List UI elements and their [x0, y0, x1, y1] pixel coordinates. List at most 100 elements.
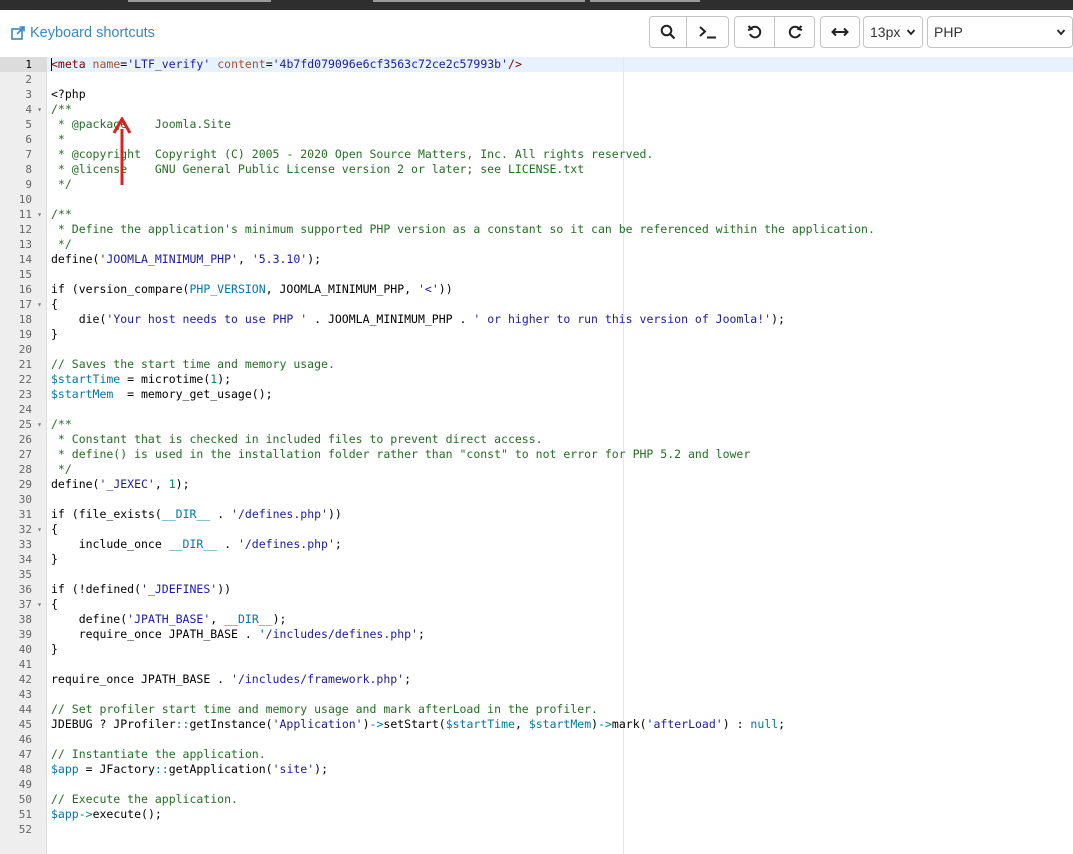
code-token: define( — [51, 612, 128, 626]
code-token: * @copyright Copyright (C) 2005 - 2020 O… — [51, 147, 654, 161]
code-token: 'site' — [272, 762, 315, 776]
code-token: '/includes/framework.php' — [231, 672, 405, 686]
code-line[interactable]: * @package Joomla.Site — [51, 117, 231, 132]
code-line[interactable]: */ — [51, 177, 72, 192]
code-token: * define() is used in the installation f… — [51, 447, 751, 461]
code-token: ' or higher to run this version of Jooml… — [473, 312, 772, 326]
code-token: define( — [51, 252, 100, 266]
code-line[interactable]: /** — [51, 417, 72, 432]
code-line[interactable]: // Execute the application. — [51, 792, 238, 807]
code-line[interactable]: require_once JPATH_BASE . '/includes/fra… — [51, 672, 411, 687]
code-line[interactable]: <meta name='LTF_verify' content='4b7fd07… — [51, 57, 522, 72]
line-number: 48 — [0, 762, 46, 777]
code-token: '_JEXEC' — [99, 477, 155, 491]
code-token: mark( — [611, 717, 647, 731]
code-line[interactable]: $startTime = microtime(1); — [51, 372, 231, 387]
code-line[interactable]: * Define the application's minimum suppo… — [51, 222, 875, 237]
goto-line-button[interactable] — [687, 16, 729, 48]
code-token: (!defined( — [64, 582, 142, 596]
code-token: , — [154, 477, 169, 491]
code-line[interactable]: */ — [51, 462, 72, 477]
code-line[interactable]: define('JPATH_BASE', __DIR__); — [51, 612, 287, 627]
code-token: '5.3.10' — [251, 252, 308, 266]
code-line[interactable]: $startMem = memory_get_usage(); — [51, 387, 273, 402]
code-line[interactable]: * — [51, 132, 65, 147]
line-number-text: 26 — [18, 433, 32, 446]
code-editor[interactable]: 1 2 3 4 ▾ 5 6 7 8 9 10 11 ▾ 12 13 14 15 16 17 ▾ 18 19 20 21 22 23… — [0, 57, 1073, 854]
language-select[interactable]: PHP — [927, 16, 1073, 48]
code-line[interactable]: JDEBUG ? JProfiler::getInstance('Applica… — [51, 717, 785, 732]
terminal-icon — [698, 26, 716, 39]
code-token: ; — [404, 672, 412, 686]
code-line[interactable]: { — [51, 297, 58, 312]
font-size-select[interactable]: 13px — [863, 16, 923, 48]
code-token: . — [210, 507, 232, 521]
code-token: /** — [51, 102, 72, 116]
code-line[interactable]: if (!defined('_JDEFINES')) — [51, 582, 231, 597]
code-line[interactable]: { — [51, 522, 58, 537]
code-line[interactable]: $app->execute(); — [51, 807, 162, 822]
line-number: 5 — [0, 117, 46, 132]
line-number: 42 — [0, 672, 46, 687]
line-number: 15 — [0, 267, 46, 282]
line-number: 52 — [0, 822, 46, 837]
code-token: ; — [417, 627, 425, 641]
wrap-toggle-button[interactable] — [820, 16, 860, 48]
code-line[interactable]: /** — [51, 102, 72, 117]
fold-toggle-icon[interactable]: ▾ — [37, 102, 42, 117]
code-token: ) : — [722, 717, 751, 731]
redo-button[interactable] — [775, 16, 815, 48]
line-number-text: 29 — [18, 478, 32, 491]
code-token: } — [51, 552, 58, 566]
code-line[interactable]: include_once __DIR__ . '/defines.php'; — [51, 537, 342, 552]
code-line[interactable]: // Set profiler start time and memory us… — [51, 702, 598, 717]
code-line[interactable]: /** — [51, 207, 72, 222]
redo-icon — [788, 25, 802, 39]
code-token: '<' — [417, 282, 439, 296]
code-line[interactable]: define('_JEXEC', 1); — [51, 477, 190, 492]
line-number-text: 48 — [18, 763, 32, 776]
code-line[interactable]: define('JOOMLA_MINIMUM_PHP', '5.3.10'); — [51, 252, 321, 267]
code-line[interactable]: <?php — [51, 87, 86, 102]
code-line[interactable]: die('Your host needs to use PHP ' . JOOM… — [51, 312, 785, 327]
code-line[interactable]: if (file_exists(__DIR__ . '/defines.php'… — [51, 507, 342, 522]
code-token: ); — [771, 312, 785, 326]
code-token: '/defines.php' — [237, 537, 335, 551]
line-number: 39 — [0, 627, 46, 642]
fold-toggle-icon[interactable]: ▾ — [37, 417, 42, 432]
code-line[interactable]: } — [51, 642, 58, 657]
line-number: 27 — [0, 447, 46, 462]
line-number-text: 37 — [18, 598, 32, 611]
line-number: 20 — [0, 342, 46, 357]
line-number-text: 3 — [25, 88, 32, 101]
code-line[interactable]: * @copyright Copyright (C) 2005 - 2020 O… — [51, 147, 653, 162]
code-line[interactable]: if (version_compare(PHP_VERSION, JOOMLA_… — [51, 282, 453, 297]
code-line[interactable]: } — [51, 552, 58, 567]
code-line[interactable]: $app = JFactory::getApplication('site'); — [51, 762, 328, 777]
line-number-text: 25 — [18, 418, 32, 431]
code-token: (file_exists( — [64, 507, 162, 521]
keyboard-shortcuts-link[interactable]: Keyboard shortcuts — [11, 25, 155, 41]
code-line[interactable]: * Constant that is checked in included f… — [51, 432, 543, 447]
code-token: '4b7fd079096e6cf3563c72ce2c57993b' — [272, 57, 509, 71]
code-line[interactable]: } — [51, 327, 58, 342]
undo-button[interactable] — [734, 16, 775, 48]
code-token: . JOOMLA_MINIMUM_PHP . — [307, 312, 474, 326]
code-line[interactable]: // Instantiate the application. — [51, 747, 266, 762]
code-token: , — [210, 612, 225, 626]
code-line[interactable]: { — [51, 597, 58, 612]
line-number-text: 35 — [18, 568, 32, 581]
fold-toggle-icon[interactable]: ▾ — [37, 597, 42, 612]
code-line[interactable]: // Saves the start time and memory usage… — [51, 357, 335, 372]
code-token: { — [51, 297, 58, 311]
code-line[interactable]: * define() is used in the installation f… — [51, 447, 750, 462]
line-number: 38 — [0, 612, 46, 627]
fold-toggle-icon[interactable]: ▾ — [37, 297, 42, 312]
code-token: = JFactory — [78, 762, 155, 776]
code-token: define( — [51, 477, 100, 491]
fold-toggle-icon[interactable]: ▾ — [37, 522, 42, 537]
code-line[interactable]: */ — [51, 237, 72, 252]
code-line[interactable]: require_once JPATH_BASE . '/includes/def… — [51, 627, 425, 642]
fold-toggle-icon[interactable]: ▾ — [37, 207, 42, 222]
search-button[interactable] — [649, 16, 687, 48]
